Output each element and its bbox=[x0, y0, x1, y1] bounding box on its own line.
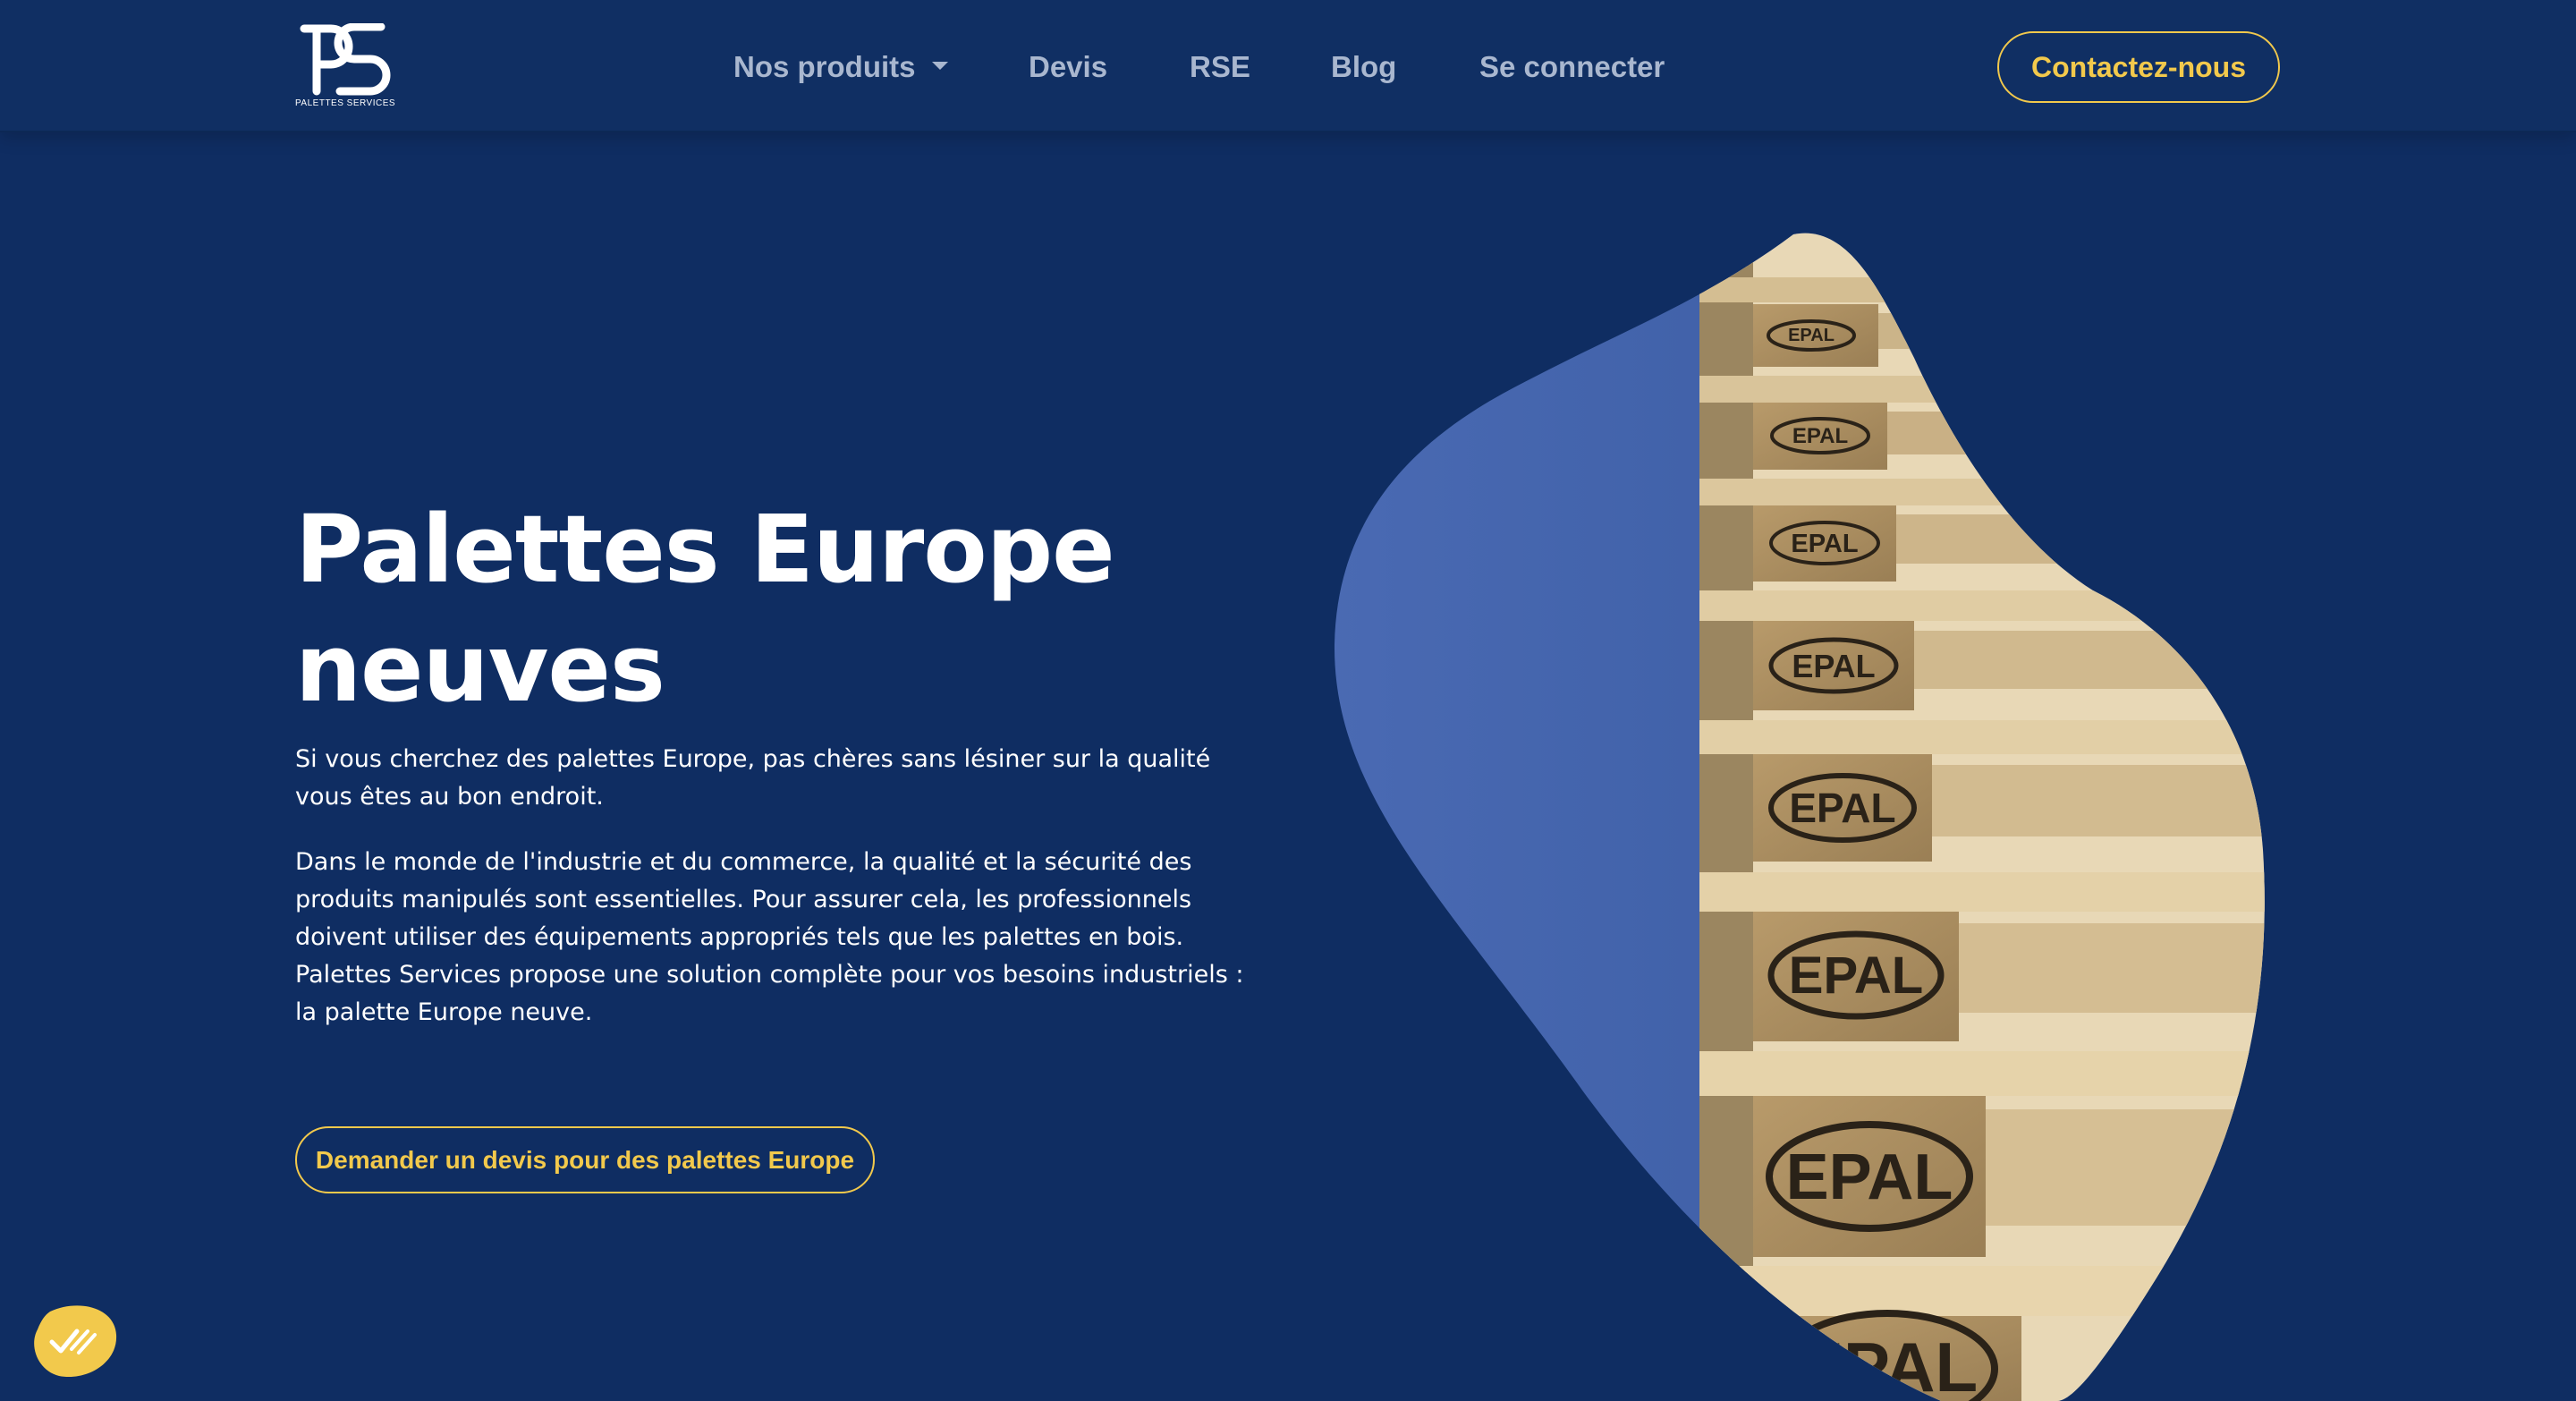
nav-item-nos-produits[interactable]: Nos produits bbox=[733, 45, 948, 89]
description-paragraph: Dans le monde de l'industrie et du comme… bbox=[295, 848, 1244, 1026]
epal-stamp-text: EPAL bbox=[1792, 424, 1848, 448]
pallet-stack-illustration: EPAL EPAL EPAL EPAL EPAL EPAL EPAL EPAL bbox=[1334, 233, 2265, 1401]
request-quote-button[interactable]: Demander un devis pour des palettes Euro… bbox=[295, 1126, 875, 1193]
page-title-line-2: neuves bbox=[295, 614, 665, 723]
epal-stamp-text: EPAL bbox=[1792, 648, 1875, 684]
nav-item-se-connecter[interactable]: Se connecter bbox=[1479, 45, 1665, 89]
site-logo[interactable]: PALETTES SERVICES bbox=[295, 23, 395, 113]
contact-button[interactable]: Contactez-nous bbox=[1997, 31, 2280, 103]
intro-paragraph: Si vous cherchez des palettes Europe, pa… bbox=[295, 745, 1211, 811]
nav-item-label: Nos produits bbox=[733, 50, 916, 83]
epal-stamp-text: EPAL bbox=[1789, 947, 1923, 1005]
epal-stamp-text: EPAL bbox=[1788, 326, 1835, 345]
site-header: PALETTES SERVICES Nos produits Devis RSE… bbox=[0, 0, 2576, 132]
page-title: Palettes Europe neuves bbox=[295, 490, 1190, 728]
epal-stamp-text: EPAL bbox=[1791, 530, 1858, 558]
logo-wordmark: PALETTES SERVICES bbox=[295, 98, 396, 108]
checkmark-wave-icon bbox=[34, 1305, 117, 1378]
epal-stamp-text: EPAL bbox=[1786, 1142, 1953, 1213]
page-title-line-1: Palettes Europe bbox=[295, 495, 1115, 604]
chevron-down-icon bbox=[931, 61, 948, 70]
floating-widget-button[interactable] bbox=[32, 1299, 118, 1380]
nav-item-rse[interactable]: RSE bbox=[1190, 45, 1250, 89]
hero-pallet-image: EPAL EPAL EPAL EPAL EPAL EPAL EPAL EPAL bbox=[1324, 224, 2272, 1401]
epal-stamp-text: EPAL bbox=[1789, 785, 1895, 831]
nav-item-devis[interactable]: Devis bbox=[1029, 45, 1107, 89]
ps-monogram-icon bbox=[300, 23, 391, 96]
epal-stamp-text: EPAL bbox=[1797, 1328, 1978, 1401]
nav-item-blog[interactable]: Blog bbox=[1331, 45, 1396, 89]
